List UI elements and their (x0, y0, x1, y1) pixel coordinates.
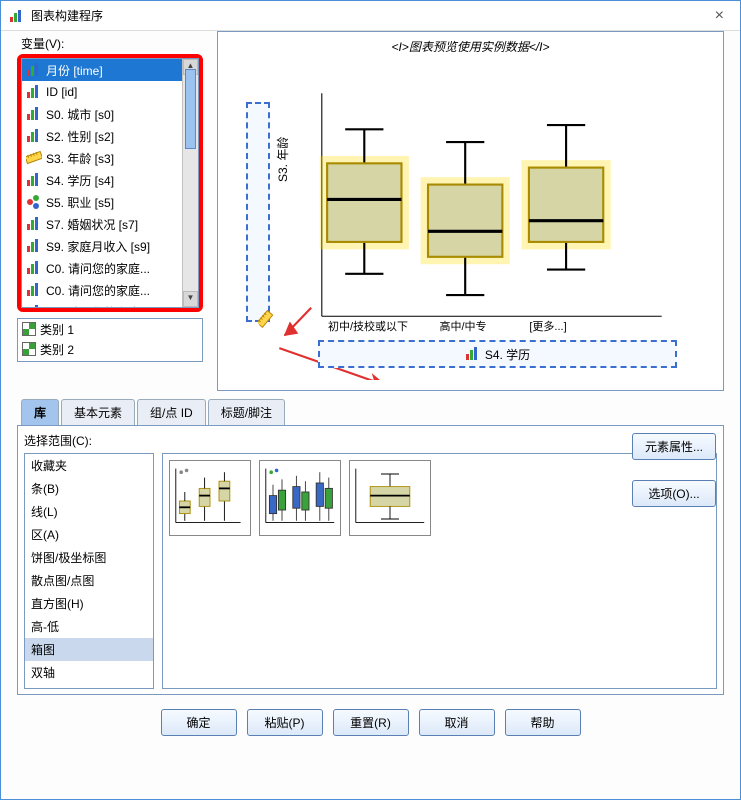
category-item[interactable]: 类别 2 (18, 339, 202, 359)
bars-icon (26, 260, 42, 276)
chart-type-item[interactable]: 箱图 (25, 638, 153, 661)
variable-item[interactable]: 月份 [time] (22, 59, 198, 81)
chart-type-item[interactable]: 线(L) (25, 500, 153, 523)
reset-button[interactable]: 重置(R) (333, 709, 409, 736)
chart-type-item[interactable]: 高-低 (25, 615, 153, 638)
variable-item[interactable]: S3. 年龄 [s3] (22, 147, 198, 169)
variable-item[interactable]: C0. 请问您的家庭... (22, 257, 198, 279)
variable-label: C0. 请问您的家庭... (46, 282, 150, 299)
bars-icon (26, 216, 42, 232)
ruler-icon (26, 150, 42, 166)
category-label: 类别 2 (40, 341, 74, 358)
chart-preview: <I>图表预览使用实例数据</I> S3. 年龄 (217, 31, 724, 391)
variable-label: C0. 请问您的家庭... (46, 260, 150, 277)
help-button[interactable]: 帮助 (505, 709, 581, 736)
tab-gallery[interactable]: 库 (21, 399, 59, 425)
boxplot-thumb-simple[interactable] (169, 460, 251, 536)
category-item[interactable]: 类别 1 (18, 319, 202, 339)
variable-label: ID [id] (46, 85, 77, 99)
bars-icon (465, 346, 481, 362)
variable-label: S0. 城市 [s0] (46, 106, 114, 123)
gallery-panel: 选择范围(C): 收藏夹条(B)线(L)区(A)饼图/极坐标图散点图/点图直方图… (17, 425, 724, 695)
element-properties-button[interactable]: 元素属性... (632, 433, 716, 460)
bars-icon (26, 238, 42, 254)
variable-label: S5. 职业 [s5] (46, 194, 114, 211)
variable-label: S3. 年龄 [s3] (46, 150, 114, 167)
variable-label: C1. 请问你的家庭... (46, 304, 150, 309)
paste-button[interactable]: 粘贴(P) (247, 709, 323, 736)
chart-types-list[interactable]: 收藏夹条(B)线(L)区(A)饼图/极坐标图散点图/点图直方图(H)高-低箱图双… (24, 453, 154, 689)
boxplot-thumb-1d[interactable] (349, 460, 431, 536)
side-buttons: 元素属性... 选项(O)... (632, 433, 716, 507)
highlight-box: 月份 [time] ID [id] S0. 城市 [s0] S2. 性别 [s2] S3… (17, 54, 203, 312)
titlebar[interactable]: 图表构建程序 × (1, 1, 740, 31)
category-label: 类别 1 (40, 321, 74, 338)
bars-icon (26, 282, 42, 298)
tabs: 库 基本元素 组/点 ID 标题/脚注 (17, 399, 724, 425)
variables-list[interactable]: 月份 [time] ID [id] S0. 城市 [s0] S2. 性别 [s2] S3… (21, 58, 199, 308)
chart-type-item[interactable]: 直方图(H) (25, 592, 153, 615)
variable-item[interactable]: S9. 家庭月收入 [s9] (22, 235, 198, 257)
scroll-thumb[interactable] (185, 69, 196, 149)
x-tick-label: 初中/技校或以下 (323, 318, 413, 334)
preview-title: <I>图表预览使用实例数据</I> (218, 32, 723, 61)
scroll-down-button[interactable]: ▼ (183, 291, 198, 307)
y-axis-dropzone[interactable] (246, 102, 270, 322)
variable-label: S7. 婚姻状况 [s7] (46, 216, 138, 233)
x-tick-label: [更多...] (513, 318, 583, 334)
tab-titles-footnotes[interactable]: 标题/脚注 (208, 399, 285, 425)
variable-item[interactable]: S5. 职业 [s5] (22, 191, 198, 213)
chart-type-item[interactable]: 条(B) (25, 477, 153, 500)
chart-type-item[interactable]: 区(A) (25, 523, 153, 546)
variable-item[interactable]: S4. 学历 [s4] (22, 169, 198, 191)
boxplot-thumb-clustered[interactable] (259, 460, 341, 536)
variable-label: 月份 [time] (46, 62, 103, 79)
chart-type-item[interactable]: 散点图/点图 (25, 569, 153, 592)
variable-label: S2. 性别 [s2] (46, 128, 114, 145)
x-tick-label: 高中/中专 (423, 318, 503, 334)
variable-item[interactable]: S7. 婚姻状况 [s7] (22, 213, 198, 235)
bars-icon (26, 128, 42, 144)
category-icon (22, 322, 36, 336)
variable-label: S4. 学历 [s4] (46, 172, 114, 189)
options-button[interactable]: 选项(O)... (632, 480, 716, 507)
chart-type-item[interactable]: 双轴 (25, 661, 153, 684)
bars-icon (26, 304, 42, 308)
window-title: 图表构建程序 (31, 7, 103, 24)
variables-panel: 变量(V): 月份 [time] ID [id] S0. 城市 [s0] S2. 性别… (17, 31, 203, 391)
x-axis-label: S4. 学历 (485, 346, 530, 363)
chart-type-item[interactable]: 饼图/极坐标图 (25, 546, 153, 569)
ok-button[interactable]: 确定 (161, 709, 237, 736)
dialog-buttons: 确定 粘贴(P) 重置(R) 取消 帮助 (17, 709, 724, 736)
bars-icon (26, 106, 42, 122)
x-axis-dropzone[interactable]: S4. 学历 (318, 340, 677, 368)
variable-item[interactable]: ID [id] (22, 81, 198, 103)
cancel-button[interactable]: 取消 (419, 709, 495, 736)
variable-item[interactable]: S0. 城市 [s0] (22, 103, 198, 125)
bars-icon (26, 62, 42, 78)
categories-list[interactable]: 类别 1 类别 2 (17, 318, 203, 362)
gallery-label: 选择范围(C): (24, 432, 717, 449)
variables-label: 变量(V): (21, 35, 203, 52)
chart-type-item[interactable]: 收藏夹 (25, 454, 153, 477)
category-icon (22, 342, 36, 356)
y-axis-label: S3. 年龄 (274, 137, 291, 182)
tab-groups-point-id[interactable]: 组/点 ID (137, 399, 206, 425)
variable-item[interactable]: S2. 性别 [s2] (22, 125, 198, 147)
dialog-window: 图表构建程序 × 变量(V): 月份 [time] ID [id] S0. 城市 [… (0, 0, 741, 800)
variable-item[interactable]: C1. 请问你的家庭... (22, 301, 198, 308)
variable-item[interactable]: C0. 请问您的家庭... (22, 279, 198, 301)
bars-icon (26, 84, 42, 100)
variable-label: S9. 家庭月收入 [s9] (46, 238, 150, 255)
app-icon (9, 8, 25, 24)
tab-basic-elements[interactable]: 基本元素 (61, 399, 135, 425)
close-button[interactable]: × (707, 7, 732, 25)
variables-scrollbar[interactable]: ▲ ▼ (182, 59, 198, 307)
bars-icon (26, 172, 42, 188)
nom-icon (26, 194, 42, 210)
